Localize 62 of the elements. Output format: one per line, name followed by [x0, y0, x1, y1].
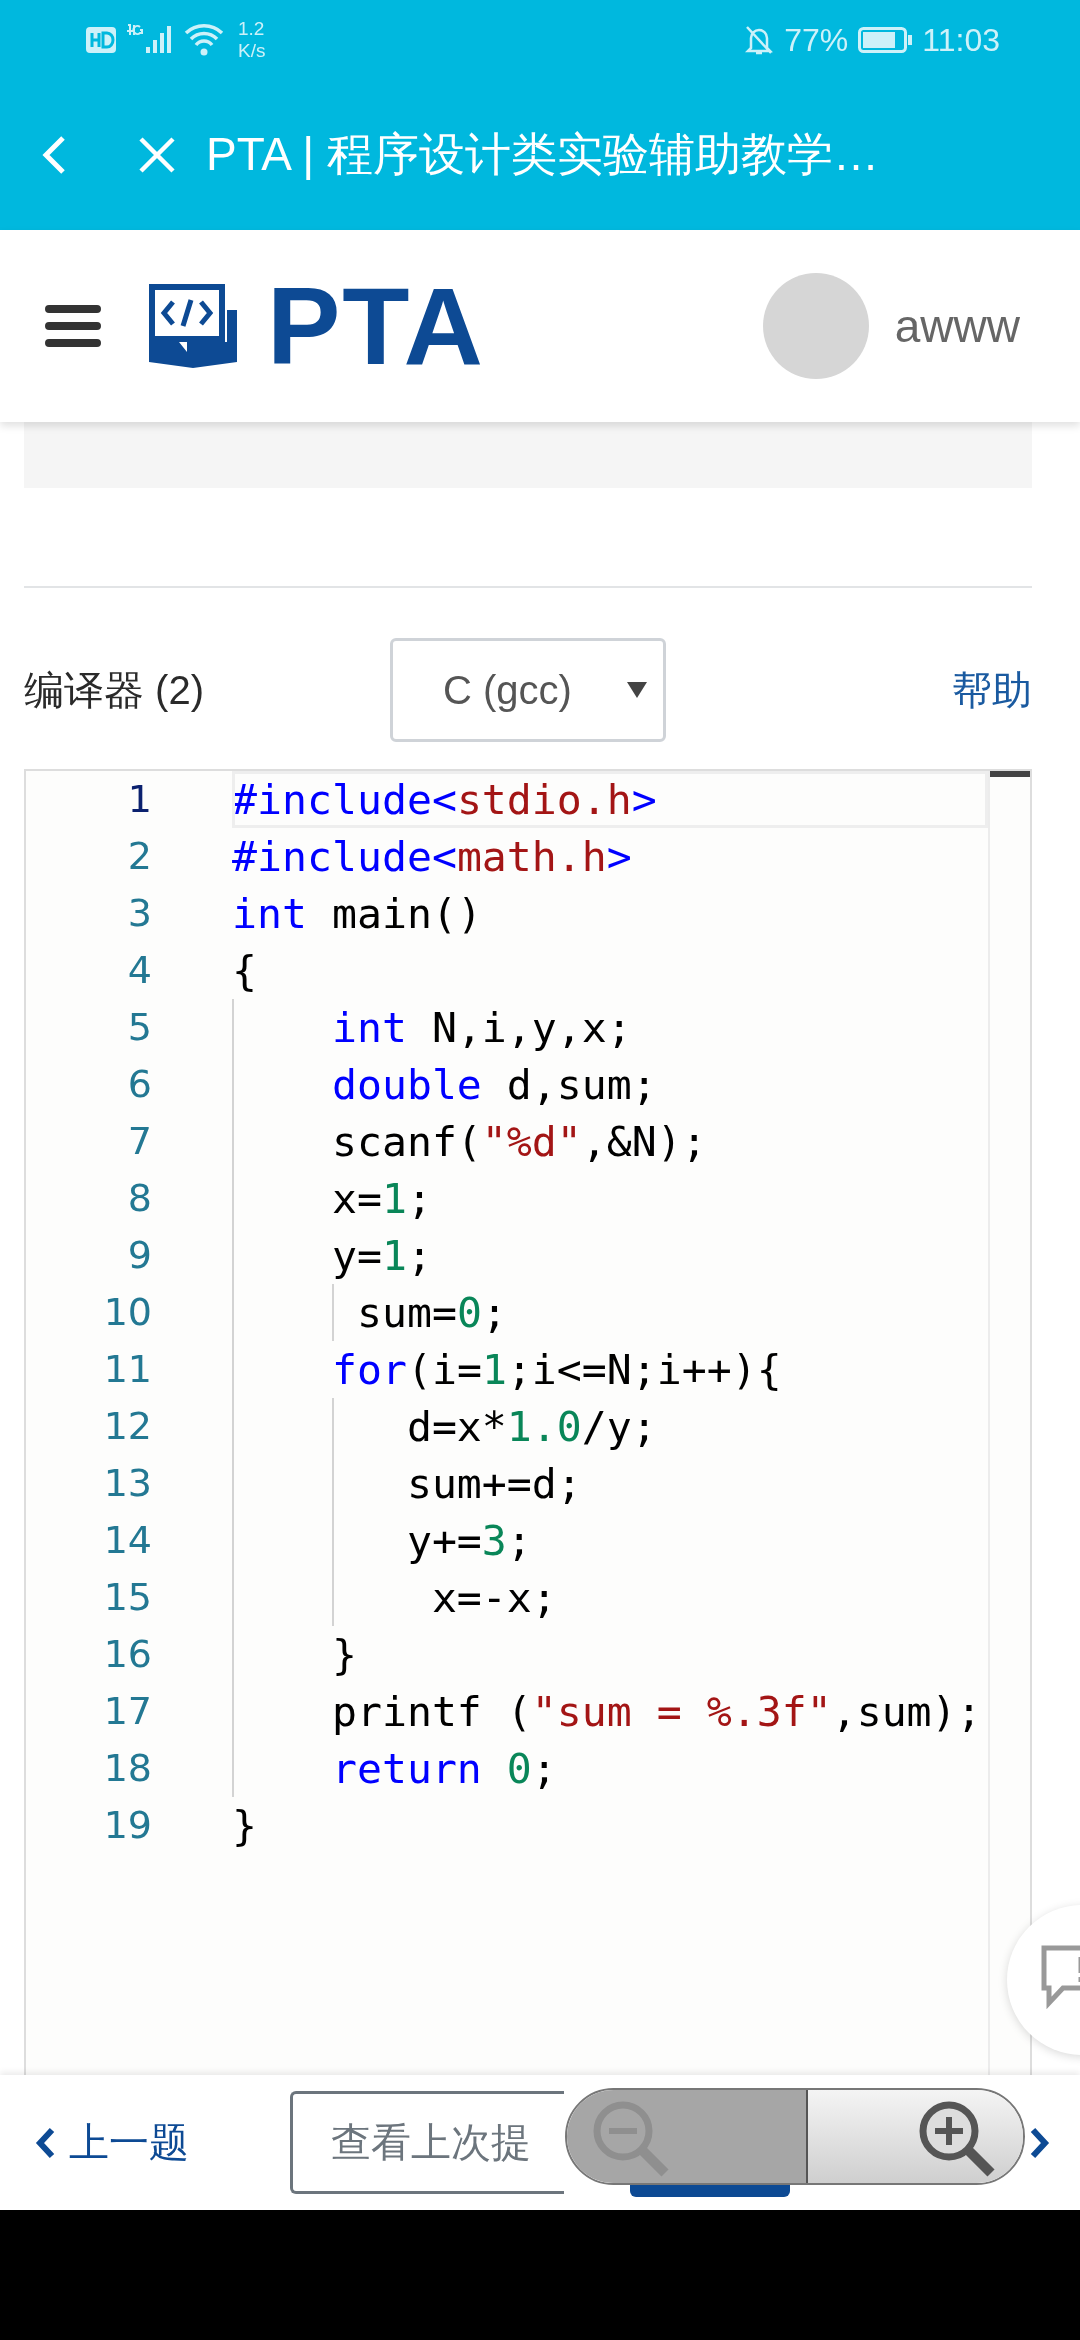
line-number: 14	[102, 1517, 153, 1564]
code-editor[interactable]	[24, 769, 1032, 2075]
next-icon[interactable]	[1030, 2126, 1050, 2159]
line-number: 9	[126, 1232, 153, 1279]
code-line: sum=0;	[232, 1284, 988, 1341]
line-number: 16	[102, 1631, 153, 1678]
line-number: 3	[126, 890, 153, 937]
code-line: {	[232, 945, 258, 997]
chevron-left-icon	[35, 2126, 55, 2159]
line-number: 2	[126, 833, 153, 880]
line-number: 18	[102, 1745, 153, 1792]
code-line: }	[232, 1800, 258, 1852]
help-link[interactable]: 帮助	[952, 662, 1032, 718]
caret-icon	[627, 682, 647, 698]
last-submission-button[interactable]: 查看上次提	[290, 2091, 564, 2194]
line-number: 6	[126, 1061, 153, 1108]
code-line: for(i=1;i<=N;i++){	[232, 1341, 988, 1398]
line-number: 10	[102, 1289, 153, 1336]
line-number: 4	[126, 947, 153, 994]
code-line: return 0;	[232, 1740, 988, 1797]
code-line: int main()	[232, 888, 483, 940]
page-title: PTA | 程序设计类实验辅助教学…	[206, 127, 880, 182]
code-line: x=1;	[232, 1170, 988, 1227]
battery-icon	[858, 27, 913, 53]
line-number: 12	[102, 1403, 153, 1450]
previous-button[interactable]: 上一题	[35, 2115, 290, 2170]
zoom-control[interactable]	[565, 2088, 1025, 2185]
username[interactable]: awww	[894, 299, 1020, 353]
compiler-label: 编译器 (2)	[24, 666, 205, 714]
zoom-in-icon[interactable]	[807, 2090, 1023, 2183]
line-number: 13	[102, 1460, 153, 1507]
zoom-out-icon[interactable]	[567, 2090, 808, 2183]
battery-percent: 77%	[784, 21, 849, 59]
code-line: double d,sum;	[232, 1056, 988, 1113]
code-chat-logo-icon	[149, 284, 239, 368]
clock: 11:03	[922, 21, 1000, 59]
code-line: #include<math.h>	[232, 831, 633, 883]
line-number: 7	[126, 1118, 153, 1165]
code-line: y+=3;	[232, 1512, 988, 1569]
code-line: sum+=d;	[232, 1455, 988, 1512]
code-line: }	[232, 1626, 988, 1683]
wifi-icon	[184, 23, 224, 57]
code-line: int N,i,y,x;	[232, 999, 988, 1056]
line-number: 17	[102, 1688, 153, 1735]
speed-unit: K/s	[238, 40, 266, 62]
line-number: 8	[126, 1175, 153, 1222]
line-number: 5	[126, 1004, 153, 1051]
code-line: y=1;	[232, 1227, 988, 1284]
line-number: 19	[102, 1802, 153, 1849]
hd-icon	[86, 27, 116, 53]
code-line: printf ("sum = %.3f",sum);	[232, 1683, 988, 1740]
code-line: d=x*1.0/y;	[232, 1398, 988, 1455]
code-line: #include<stdio.h>	[232, 771, 988, 828]
code-line: x=-x;	[232, 1569, 988, 1626]
line-number: 11	[102, 1346, 153, 1393]
network-speed: 1.2	[238, 18, 266, 40]
line-number: 1	[126, 776, 153, 823]
line-number: 15	[102, 1574, 153, 1621]
code-line: scanf("%d",&N);	[232, 1113, 988, 1170]
muted-bell-icon	[744, 24, 775, 56]
logo-text: PTA	[267, 271, 485, 381]
compiler-select[interactable]: C (gcc)	[390, 638, 666, 742]
